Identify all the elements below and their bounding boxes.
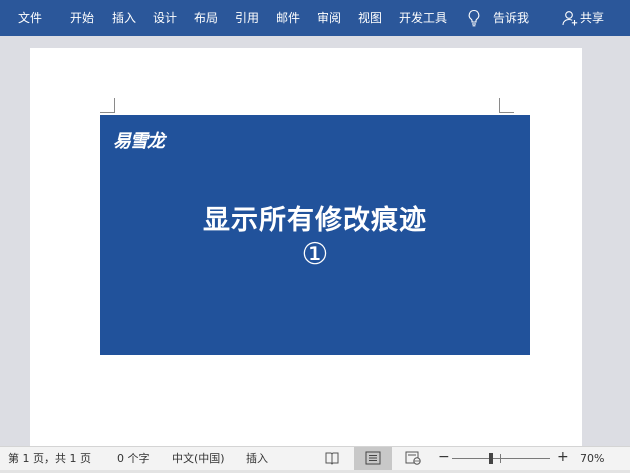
tab-home[interactable]: 开始: [70, 10, 94, 26]
tab-layout[interactable]: 布局: [194, 10, 218, 26]
document-page[interactable]: 易雪龙 显示所有修改痕迹 ①: [30, 48, 582, 448]
zoom-in-button[interactable]: +: [557, 450, 569, 464]
document-canvas[interactable]: 易雪龙 显示所有修改痕迹 ①: [0, 36, 630, 448]
brand-logo-text: 易雪龙: [113, 131, 165, 152]
tab-references[interactable]: 引用: [235, 10, 259, 26]
tab-file[interactable]: 文件: [18, 10, 42, 26]
lightbulb-icon[interactable]: [467, 9, 481, 27]
read-mode-icon[interactable]: [323, 450, 341, 466]
banner-headline: 显示所有修改痕迹: [203, 205, 427, 236]
tab-developer[interactable]: 开发工具: [399, 10, 447, 26]
word-count[interactable]: 0 个字: [117, 452, 150, 466]
ribbon-tab-bar: 文件 开始 插入 设计 布局 引用 邮件 审阅 视图 开发工具 告诉我 共享: [0, 0, 630, 36]
zoom-level[interactable]: 70%: [580, 452, 604, 466]
tab-view[interactable]: 视图: [358, 10, 382, 26]
vertical-scrollbar[interactable]: [612, 36, 630, 446]
crop-mark-top-right: [499, 98, 514, 113]
banner-image[interactable]: 易雪龙 显示所有修改痕迹 ①: [100, 115, 530, 355]
status-bar: 第 1 页，共 1 页 0 个字 中文(中国) 插入 − + 70%: [0, 446, 630, 470]
share-button[interactable]: 共享: [580, 10, 604, 26]
zoom-out-button[interactable]: −: [438, 450, 450, 464]
print-layout-button[interactable]: [354, 447, 392, 470]
language[interactable]: 中文(中国): [172, 452, 225, 466]
tab-insert[interactable]: 插入: [112, 10, 136, 26]
insert-mode[interactable]: 插入: [246, 452, 268, 466]
tell-me-search[interactable]: 告诉我: [493, 10, 529, 26]
tab-design[interactable]: 设计: [153, 10, 177, 26]
zoom-slider-track[interactable]: [452, 458, 550, 459]
page-info[interactable]: 第 1 页，共 1 页: [8, 452, 91, 466]
print-layout-icon: [365, 451, 381, 465]
share-person-icon[interactable]: [562, 10, 578, 26]
zoom-slider-center-tick: [500, 454, 501, 463]
web-layout-icon[interactable]: [404, 450, 422, 466]
zoom-slider-thumb[interactable]: [489, 453, 494, 464]
step-number: ①: [301, 237, 329, 272]
tab-review[interactable]: 审阅: [317, 10, 341, 26]
tab-mailings[interactable]: 邮件: [276, 10, 300, 26]
crop-mark-top-left: [100, 98, 115, 113]
